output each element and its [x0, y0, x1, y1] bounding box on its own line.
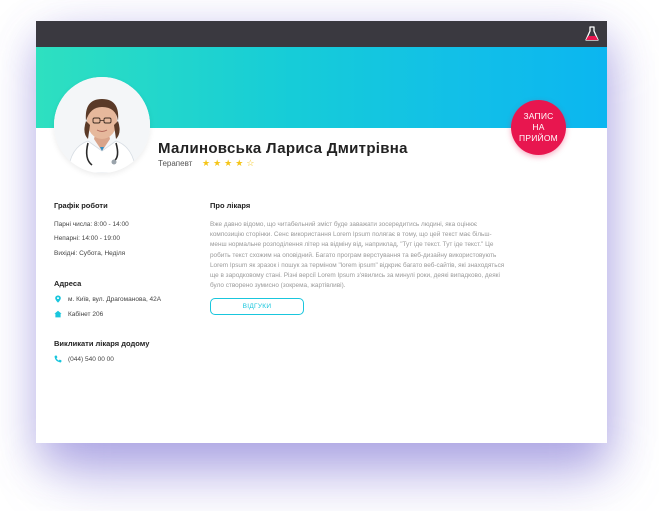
- schedule-title: Графік роботи: [54, 201, 108, 210]
- doctor-specialty: Терапевт: [158, 159, 193, 168]
- schedule-days-off: Вихідні: Субота, Неділя: [54, 250, 126, 257]
- phone-icon: [54, 355, 62, 363]
- address-street: м. Київ, вул. Драгоманова, 42А: [68, 296, 162, 303]
- about-title: Про лікаря: [210, 201, 251, 210]
- about-text: Вже давно відомо, що читабельний зміст б…: [210, 221, 505, 290]
- doctor-name: Малиновська Лариса Дмитрівна: [158, 140, 408, 157]
- app-window: Запис на прийом Малиновська Лариса Дмитр…: [36, 21, 607, 443]
- star-filled-icon: ★: [202, 158, 211, 168]
- star-filled-icon: ★: [213, 158, 222, 168]
- home-call-phone[interactable]: (044) 540 00 00: [68, 356, 114, 363]
- rating-stars: ★ ★ ★ ★ ☆: [202, 158, 254, 168]
- top-bar: [36, 21, 607, 47]
- reviews-button[interactable]: Відгуки: [210, 298, 304, 315]
- home-call-title: Викликати лікаря додому: [54, 339, 150, 348]
- address-title: Адреса: [54, 279, 82, 288]
- appointment-button[interactable]: Запис на прийом: [511, 100, 566, 155]
- reviews-button-label: Відгуки: [242, 303, 272, 310]
- schedule-odd-days: Парні числа: 8:00 - 14:00: [54, 221, 129, 228]
- star-filled-icon: ★: [224, 158, 233, 168]
- home-icon: [54, 310, 62, 318]
- map-pin-icon: [55, 295, 61, 303]
- doctor-photo: [54, 77, 150, 173]
- star-empty-icon: ☆: [246, 158, 255, 168]
- schedule-even-days: Непарні: 14:00 - 19:00: [54, 235, 121, 242]
- address-office: Кабінет 206: [68, 311, 104, 318]
- avatar: [54, 77, 150, 173]
- star-filled-icon: ★: [235, 158, 244, 168]
- flask-logo-icon[interactable]: [585, 26, 599, 42]
- appointment-button-label: Запис на прийом: [519, 111, 558, 143]
